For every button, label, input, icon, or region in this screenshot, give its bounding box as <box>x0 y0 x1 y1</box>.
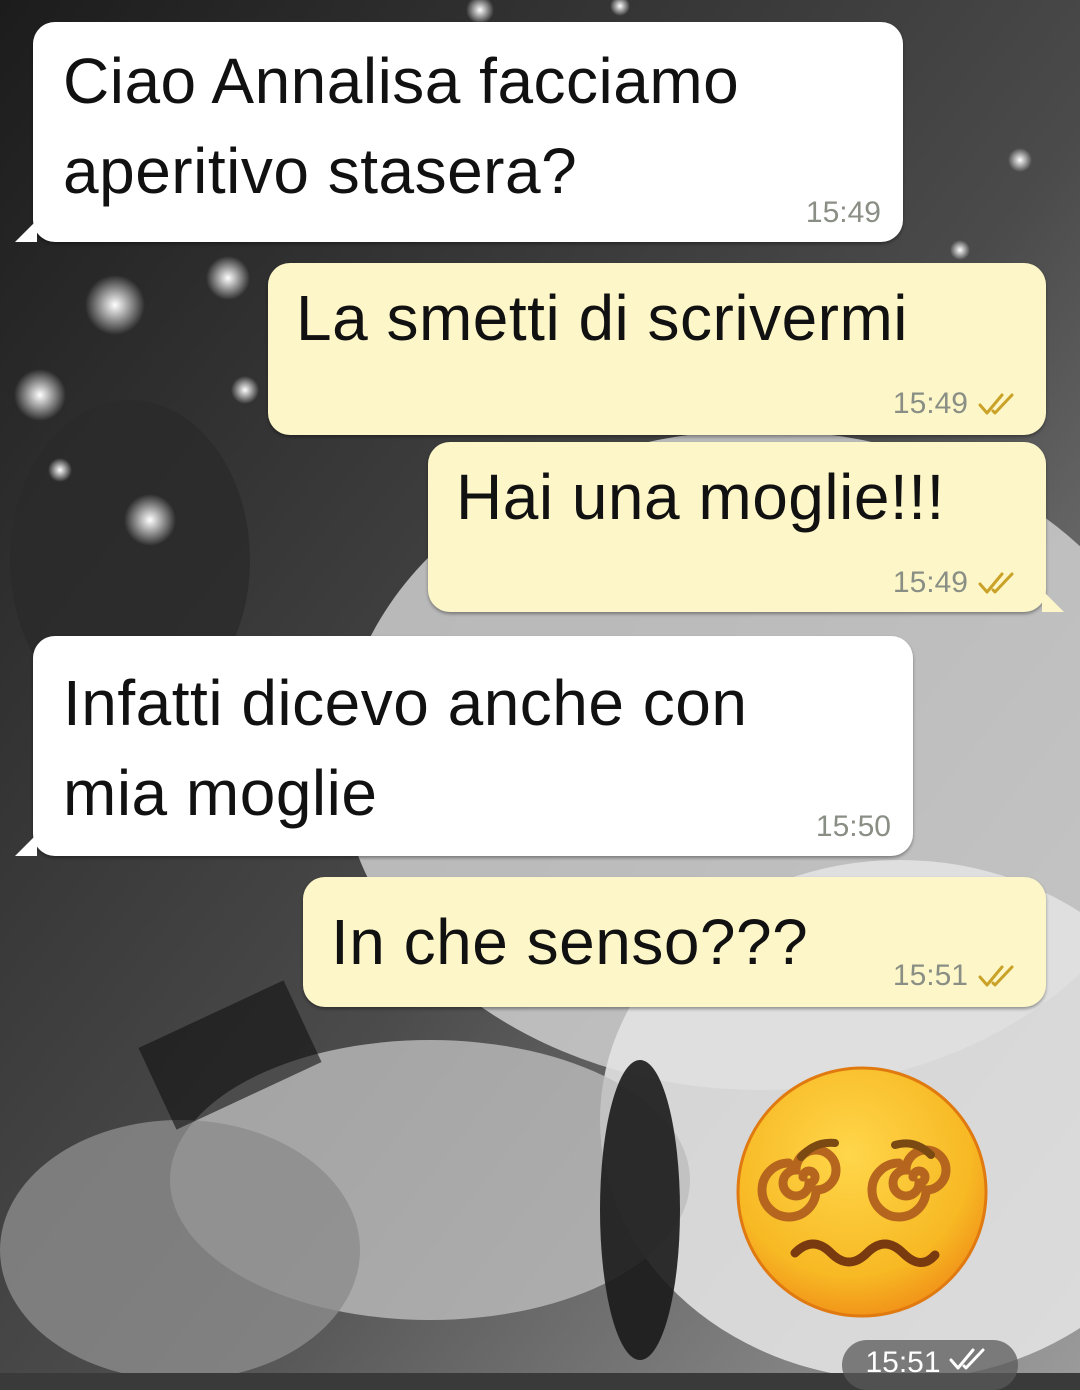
message-meta: 15:49 <box>806 196 881 230</box>
message-meta: 15:50 <box>816 810 891 844</box>
incoming-message-bubble[interactable]: Ciao Annalisa facciamo aperitivo stasera… <box>15 22 903 242</box>
message-meta: 15:51 <box>893 959 1024 993</box>
double-check-icon <box>978 965 1014 987</box>
double-check-icon <box>978 393 1014 415</box>
double-check-icon <box>978 572 1014 594</box>
face-with-spiral-eyes-icon <box>736 1066 988 1318</box>
outgoing-message-bubble[interactable]: In che senso??? 15:51 <box>303 877 1046 1007</box>
message-timestamp: 15:51 <box>892 959 968 992</box>
message-text: Hai una moglie!!! <box>456 461 945 533</box>
message-meta: 15:49 <box>893 387 1024 421</box>
message-text: La smetti di scrivermi <box>296 282 908 354</box>
outgoing-message-bubble[interactable]: La smetti di scrivermi 15:49 <box>268 263 1046 435</box>
message-meta: 15:49 <box>893 566 1024 600</box>
incoming-message-bubble[interactable]: Infatti dicevo anche con mia moglie 15:5… <box>15 636 913 856</box>
message-text: Ciao Annalisa facciamo aperitivo stasera… <box>63 45 740 207</box>
message-timestamp: 15:49 <box>892 566 968 599</box>
message-timestamp: 15:51 <box>865 1346 941 1379</box>
message-text: Infatti dicevo anche con mia moglie <box>63 667 748 829</box>
emoji-message-timestamp-pill: 15:51 <box>842 1340 1018 1390</box>
message-timestamp: 15:49 <box>892 387 968 420</box>
spiral-eyes-emoji[interactable] <box>735 1065 990 1320</box>
message-text: In che senso??? <box>331 906 809 978</box>
message-timestamp: 15:50 <box>815 810 891 843</box>
outgoing-message-bubble[interactable]: Hai una moglie!!! 15:49 <box>428 442 1064 612</box>
double-check-icon <box>949 1348 985 1370</box>
message-timestamp: 15:49 <box>805 196 881 229</box>
